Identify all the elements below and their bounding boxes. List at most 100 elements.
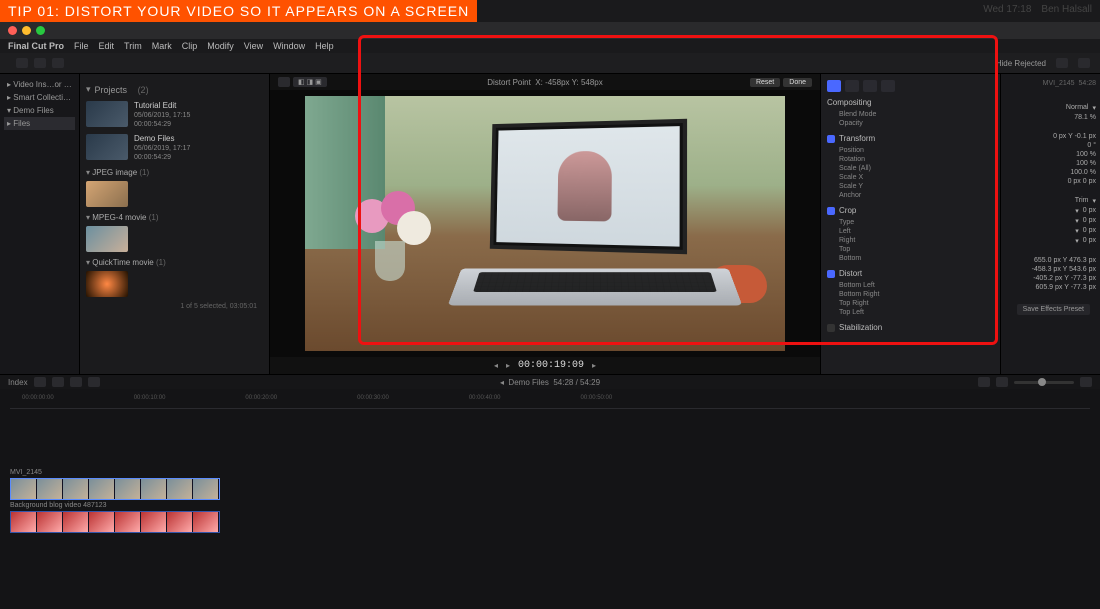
inspector-color-icon[interactable]	[845, 80, 859, 92]
val-rotation[interactable]: 0 °	[1005, 141, 1096, 150]
section-stabilization[interactable]: Stabilization	[827, 323, 994, 332]
prop-crop-bottom[interactable]: Bottom	[827, 254, 994, 263]
val-distort-tl[interactable]: 605.9 px Y -77.3 px	[1005, 283, 1096, 292]
val-blend[interactable]: Normal▾	[1005, 103, 1096, 113]
val-scale-all[interactable]: 100 %	[1005, 150, 1096, 159]
search-icon[interactable]	[1078, 58, 1090, 68]
menu-mark[interactable]: Mark	[152, 41, 172, 51]
section-transform[interactable]: Transform	[827, 134, 994, 143]
prop-scale-x[interactable]: Scale X	[827, 173, 994, 182]
val-crop-bottom[interactable]: ▾0 px	[1005, 236, 1096, 246]
tl-tool-icon[interactable]	[34, 377, 46, 387]
library-sidebar: ▸ Video Ins…or Capture… ▸ Smart Collecti…	[0, 74, 80, 374]
menu-help[interactable]: Help	[315, 41, 334, 51]
project-item[interactable]: Tutorial Edit05/06/2019, 17:1500:00:54:2…	[86, 101, 263, 130]
val-scale-x[interactable]: 100 %	[1005, 159, 1096, 168]
prop-scale-all[interactable]: Scale (All)	[827, 164, 994, 173]
next-frame-icon[interactable]: ▸	[592, 361, 596, 370]
prop-distort-br[interactable]: Bottom Right	[827, 290, 994, 299]
section-compositing[interactable]: Compositing	[827, 98, 994, 107]
category-quicktime[interactable]: QuickTime movie (1)	[86, 258, 263, 267]
clip-thumb[interactable]	[86, 181, 128, 207]
project-item[interactable]: Demo Files05/06/2019, 17:1700:00:54:29	[86, 134, 263, 163]
prop-distort-bl[interactable]: Bottom Left	[827, 281, 994, 290]
tl-settings-icon[interactable]	[1080, 377, 1092, 387]
prop-rotation[interactable]: Rotation	[827, 155, 994, 164]
prop-opacity[interactable]: Opacity	[827, 119, 994, 128]
zoom-icon[interactable]	[36, 26, 45, 35]
tl-view-icon[interactable]	[978, 377, 990, 387]
timeline-zoom-slider[interactable]	[1014, 381, 1074, 384]
sidebar-item-demo[interactable]: ▾ Demo Files	[4, 104, 75, 117]
menu-edit[interactable]: Edit	[99, 41, 115, 51]
viewer-canvas[interactable]	[270, 90, 820, 357]
val-anchor[interactable]: 0 px 0 px	[1005, 177, 1096, 186]
section-distort[interactable]: Distort	[827, 269, 994, 278]
menu-view[interactable]: View	[244, 41, 263, 51]
timeline-ruler[interactable]: 00:00:00:0000:00:10:0000:00:20:0000:00:3…	[10, 395, 1090, 409]
inspector-info-icon[interactable]	[881, 80, 895, 92]
tl-tool-icon[interactable]	[70, 377, 82, 387]
prop-distort-tr[interactable]: Top Right	[827, 299, 994, 308]
menu-app[interactable]: Final Cut Pro	[8, 41, 64, 51]
val-crop-type[interactable]: Trim▾	[1005, 196, 1096, 206]
viewer-mode-toggle[interactable]: ◧ ◨ ▣	[293, 77, 327, 87]
timeline-clip[interactable]	[10, 478, 220, 500]
menu-trim[interactable]: Trim	[124, 41, 142, 51]
val-crop-top[interactable]: ▾0 px	[1005, 226, 1096, 236]
val-distort-tr[interactable]: -405.2 px Y -77.3 px	[1005, 274, 1096, 283]
prop-distort-tl[interactable]: Top Left	[827, 308, 994, 317]
sidebar-item-files[interactable]: ▸ Files	[4, 117, 75, 130]
clip-thumb[interactable]	[86, 271, 128, 297]
menu-file[interactable]: File	[74, 41, 89, 51]
close-icon[interactable]	[8, 26, 17, 35]
prop-anchor[interactable]: Anchor	[827, 191, 994, 200]
prop-blend-mode[interactable]: Blend Mode	[827, 110, 994, 119]
projects-header[interactable]: Projects (2)	[86, 84, 263, 95]
video-frame	[305, 96, 785, 351]
category-jpeg[interactable]: JPEG image (1)	[86, 168, 263, 177]
sidebar-item-smart[interactable]: ▸ Smart Collections	[4, 91, 75, 104]
tl-tool-icon[interactable]	[88, 377, 100, 387]
hide-rejected-toggle[interactable]: Hide Rejected	[996, 59, 1046, 68]
inspector-video-icon[interactable]	[827, 80, 841, 92]
val-crop-right[interactable]: ▾0 px	[1005, 216, 1096, 226]
filter-icon[interactable]	[1056, 58, 1068, 68]
library-icon[interactable]	[16, 58, 28, 68]
menu-window[interactable]: Window	[273, 41, 305, 51]
titles-icon[interactable]	[52, 58, 64, 68]
index-button[interactable]: Index	[8, 378, 28, 387]
save-preset-button[interactable]: Save Effects Preset	[1017, 304, 1090, 315]
val-crop-left[interactable]: ▾0 px	[1005, 206, 1096, 216]
menu-clip[interactable]: Clip	[182, 41, 198, 51]
window-traffic-lights[interactable]	[0, 22, 53, 39]
val-position[interactable]: 0 px Y -0.1 px	[1005, 132, 1096, 141]
done-button[interactable]: Done	[783, 78, 812, 87]
timeline[interactable]: 00:00:00:0000:00:10:0000:00:20:0000:00:3…	[0, 389, 1100, 609]
photos-icon[interactable]	[34, 58, 46, 68]
category-mpeg4[interactable]: MPEG-4 movie (1)	[86, 213, 263, 222]
prop-crop-left[interactable]: Left	[827, 227, 994, 236]
menu-modify[interactable]: Modify	[207, 41, 234, 51]
prev-frame-icon[interactable]: ◂	[494, 361, 498, 370]
prop-crop-type[interactable]: Type	[827, 218, 994, 227]
clip-thumb[interactable]	[86, 226, 128, 252]
prop-crop-right[interactable]: Right	[827, 236, 994, 245]
prop-crop-top[interactable]: Top	[827, 245, 994, 254]
timeline-clip[interactable]	[10, 511, 220, 533]
sidebar-item-event[interactable]: ▸ Video Ins…or Capture…	[4, 78, 75, 91]
val-opacity[interactable]: 78.1 %	[1005, 113, 1096, 122]
prop-scale-y[interactable]: Scale Y	[827, 182, 994, 191]
reset-button[interactable]: Reset	[750, 78, 780, 87]
tl-tool-icon[interactable]	[52, 377, 64, 387]
section-crop[interactable]: Crop	[827, 206, 994, 215]
val-scale-y[interactable]: 100.0 %	[1005, 168, 1096, 177]
inspector-audio-icon[interactable]	[863, 80, 877, 92]
prop-position[interactable]: Position	[827, 146, 994, 155]
viewer-zoom-icon[interactable]	[278, 77, 290, 87]
minimize-icon[interactable]	[22, 26, 31, 35]
val-distort-br[interactable]: -458.3 px Y 543.6 px	[1005, 265, 1096, 274]
val-distort-bl[interactable]: 655.0 px Y 476.3 px	[1005, 256, 1096, 265]
tl-view-icon[interactable]	[996, 377, 1008, 387]
play-icon[interactable]: ▸	[506, 361, 510, 370]
